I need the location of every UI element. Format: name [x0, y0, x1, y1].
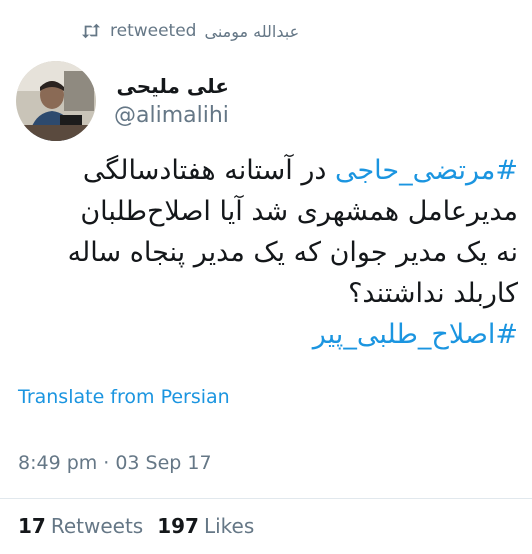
retweeter-name[interactable]: عبدالله مومنی — [204, 22, 299, 41]
tweet-text-line: کاربلد نداشتند؟ — [348, 278, 518, 309]
tweet-detail: retweeted عبدالله مومنی علی ملیحی @alima… — [0, 0, 532, 554]
tweet-text-line: در آستانه هفتادسالگی — [82, 155, 335, 186]
timestamp-separator: · — [103, 452, 110, 474]
translate-link[interactable]: Translate from Persian — [18, 386, 230, 408]
divider — [0, 498, 532, 499]
author-handle[interactable]: @alimalihi — [114, 101, 229, 131]
likes-count: 197 — [157, 514, 199, 538]
tweet-date: 03 Sep 17 — [115, 452, 212, 474]
retweets-count: 17 — [18, 514, 46, 538]
hashtag-link[interactable]: #مرتضی_حاجی — [335, 155, 518, 186]
retweet-icon — [82, 23, 100, 39]
likes-stat[interactable]: 197 Likes — [157, 514, 254, 538]
tweet-author: علی ملیحی @alimalihi — [16, 56, 516, 146]
tweet-text: #مرتضی_حاجی در آستانه هفتادسالگی مدیرعام… — [14, 150, 518, 355]
hashtag-link[interactable]: #اصلاح_طلبی_پیر — [313, 319, 518, 350]
retweets-label: Retweets — [50, 514, 144, 538]
tweet-stats: 17 Retweets 197 Likes — [18, 514, 254, 538]
tweet-timestamp: 8:49 pm · 03 Sep 17 — [18, 452, 212, 474]
author-avatar[interactable] — [16, 61, 96, 141]
tweet-text-line: نه یک مدیر جوان که یک مدیر پنجاه ساله — [67, 237, 518, 268]
likes-label: Likes — [203, 514, 255, 538]
retweet-label: retweeted — [110, 21, 197, 41]
retweet-context[interactable]: retweeted عبدالله مومنی — [80, 16, 299, 46]
retweets-stat[interactable]: 17 Retweets — [18, 514, 143, 538]
tweet-time: 8:49 pm — [18, 452, 98, 474]
author-name[interactable]: علی ملیحی — [114, 71, 229, 101]
tweet-text-line: مدیرعامل همشهری شد آیا اصلاح‌طلبان — [80, 196, 518, 227]
